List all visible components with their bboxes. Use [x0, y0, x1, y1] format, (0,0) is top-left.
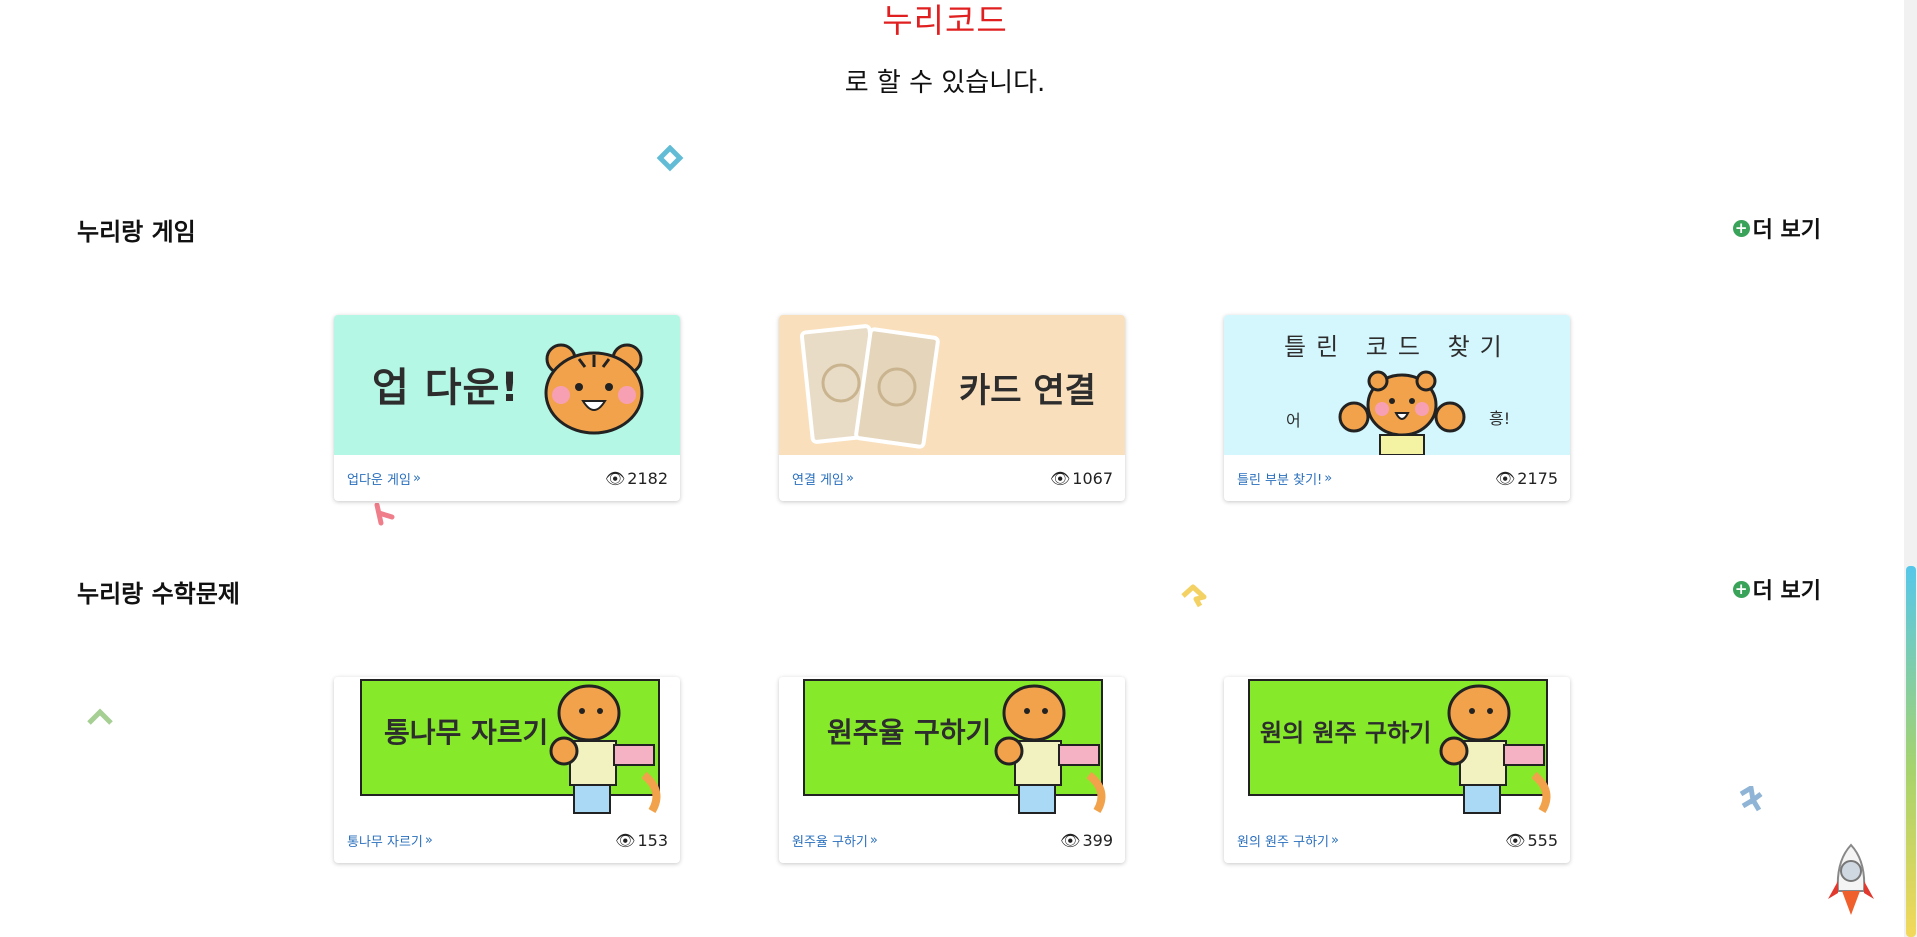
card-meta: 틀린 부분 찾기!» 👁 2175	[1224, 455, 1570, 501]
rocket-icon[interactable]	[1826, 843, 1876, 919]
eye-icon: 👁	[1049, 468, 1071, 488]
more-label: 더 보기	[1752, 218, 1821, 243]
confetti-green-caret-icon	[87, 708, 113, 725]
thumbnail-caption: 원의 원주 구하기	[1260, 719, 1432, 747]
thumbnail-caption: 카드 연결	[959, 371, 1096, 411]
card-thumbnail: 업 다운!	[334, 315, 680, 455]
scrollbar-thumb[interactable]	[1906, 566, 1916, 937]
double-chevron-right-icon: »	[424, 832, 433, 848]
double-chevron-right-icon: »	[1331, 832, 1339, 848]
card-meta: 통나무 자르기» 👁 153	[334, 817, 680, 863]
eye-icon: 👁	[1494, 468, 1516, 488]
section-title-math: 누리랑 수학문제	[77, 580, 240, 608]
double-chevron-right-icon: »	[845, 470, 854, 486]
card-find-difference-game[interactable]: 틀린 코드 찾기 어 흥! 틀린 부분 찾기!» 👁 2175	[1224, 315, 1570, 501]
card-meta: 연결 게임» 👁 1067	[779, 455, 1125, 501]
card-connect-game[interactable]: 카드 연결 연결 게임» 👁 1067	[779, 315, 1125, 501]
thumbnail-caption: 업 다운!	[372, 365, 520, 411]
card-thumbnail: 카드 연결	[779, 315, 1125, 455]
eye-icon: 👁	[1060, 830, 1081, 850]
card-link[interactable]: 업다운 게임»	[347, 469, 421, 488]
scrollbar[interactable]	[1904, 0, 1917, 937]
card-updown-game[interactable]: 업 다운! 업다운 게임» 👁 2182	[334, 315, 680, 501]
confetti-blue-icon	[1739, 786, 1763, 812]
thumbnail-caption: 통나무 자르기	[384, 716, 549, 749]
tiger-waving-icon	[1338, 370, 1466, 455]
thumbnail-right-word: 흥!	[1489, 409, 1511, 428]
card-thumbnail: 원주율 구하기	[779, 677, 1125, 817]
card-meta: 원의 원주 구하기» 👁 555	[1224, 817, 1570, 863]
more-button-games[interactable]: + 더 보기	[1732, 212, 1821, 244]
card-link[interactable]: 원의 원주 구하기»	[1237, 831, 1339, 850]
card-circumference[interactable]: 원의 원주 구하기 원의 원주 구하기» 👁 555	[1224, 677, 1570, 863]
tiger-character-icon	[994, 684, 1106, 814]
card-meta: 업다운 게임» 👁 2182	[334, 455, 680, 501]
card-log-cutting[interactable]: 통나무 자르기 통나무 자르기» 👁 153	[334, 677, 680, 863]
view-count: 👁 1067	[1049, 468, 1113, 488]
tiger-character-icon	[549, 684, 661, 814]
card-thumbnail: 틀린 코드 찾기 어 흥!	[1224, 315, 1570, 455]
more-button-math[interactable]: + 더 보기	[1732, 573, 1821, 605]
eye-icon: 👁	[615, 830, 636, 850]
card-link[interactable]: 틀린 부분 찾기!»	[1237, 469, 1332, 488]
tiger-character-icon	[1439, 684, 1551, 814]
card-pi[interactable]: 원주율 구하기 원주율 구하기» 👁 399	[779, 677, 1125, 863]
thumbnail-caption: 틀린 코드 찾기	[1284, 333, 1512, 361]
playing-cards-icon	[799, 324, 940, 449]
card-meta: 원주율 구하기» 👁 399	[779, 817, 1125, 863]
brand-name: 누리코드	[882, 1, 1008, 40]
view-count: 👁 399	[1060, 830, 1113, 850]
card-link[interactable]: 연결 게임»	[792, 469, 854, 488]
eye-icon: 👁	[604, 468, 626, 488]
confetti-diamond-icon	[657, 145, 684, 172]
plus-circle-icon: +	[1732, 219, 1750, 237]
confetti-pink-icon	[374, 503, 395, 526]
thumbnail-left-word: 어	[1286, 411, 1301, 430]
card-thumbnail: 원의 원주 구하기	[1224, 677, 1570, 817]
hero-tagline: 로 할 수 있습니다.	[844, 68, 1046, 98]
section-title-games: 누리랑 게임	[77, 218, 196, 246]
plus-circle-icon: +	[1732, 580, 1750, 598]
view-count: 👁 2182	[604, 468, 668, 488]
eye-icon: 👁	[1505, 830, 1526, 850]
double-chevron-right-icon: »	[1324, 470, 1333, 486]
view-count: 👁 555	[1505, 830, 1558, 850]
card-thumbnail: 통나무 자르기	[334, 677, 680, 817]
more-label: 더 보기	[1752, 579, 1821, 604]
tiger-face-icon	[544, 343, 644, 435]
confetti-yellow-icon	[1181, 584, 1207, 608]
double-chevron-right-icon: »	[869, 832, 878, 848]
view-count: 👁 2175	[1494, 468, 1558, 488]
thumbnail-caption: 원주율 구하기	[827, 716, 992, 749]
view-count: 👁 153	[615, 830, 668, 850]
card-link[interactable]: 원주율 구하기»	[792, 831, 878, 850]
double-chevron-right-icon: »	[412, 470, 421, 486]
card-link[interactable]: 통나무 자르기»	[347, 831, 433, 850]
